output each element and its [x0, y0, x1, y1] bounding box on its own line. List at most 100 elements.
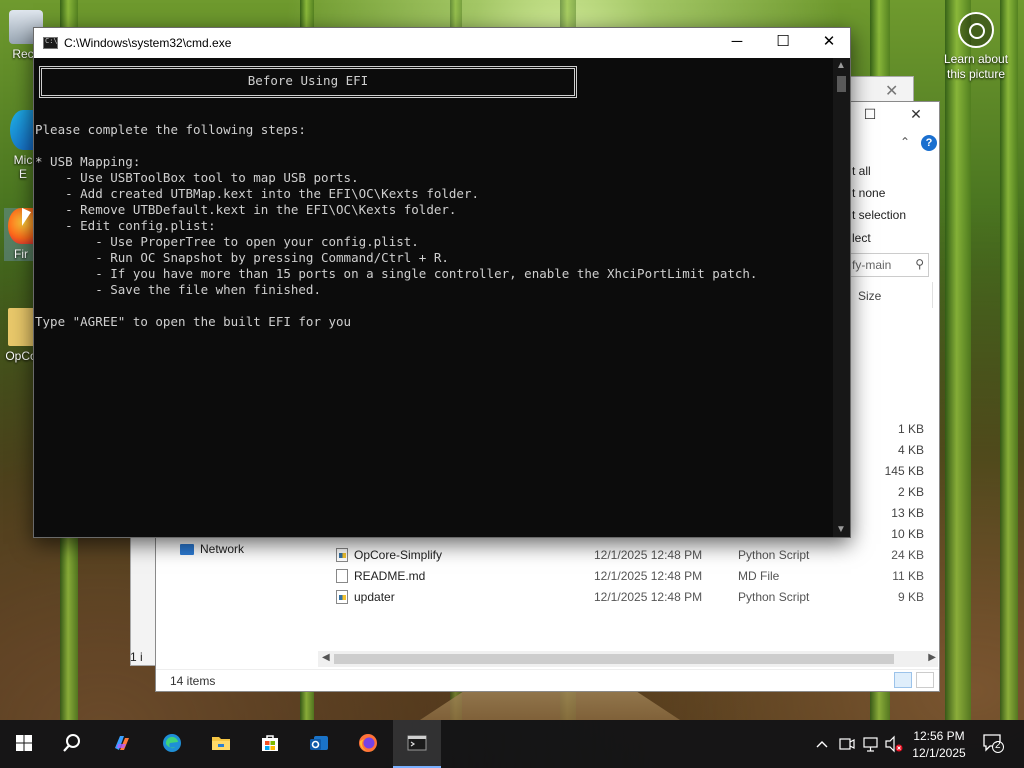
scroll-up-icon[interactable]: ▲ — [836, 60, 846, 71]
maximize-button[interactable]: ☐ — [760, 28, 806, 58]
select-none-button[interactable]: t none — [852, 186, 885, 200]
file-row[interactable]: README.md 12/1/2025 12:48 PM MD File 11 … — [336, 566, 936, 587]
large-icons-view-icon[interactable] — [916, 672, 934, 688]
folder-icon — [212, 737, 230, 750]
file-name: updater — [354, 590, 395, 604]
desktop-icon-label: OpCo — [5, 349, 37, 363]
desktop-icon-label: Fir — [14, 247, 28, 261]
tray-meet-now[interactable] — [838, 720, 856, 768]
file-row[interactable]: OpCore-Simplify 12/1/2025 12:48 PM Pytho… — [336, 545, 936, 566]
minimize-button[interactable]: ─ — [714, 28, 760, 58]
file-name: README.md — [354, 569, 426, 583]
file-type: Python Script — [738, 590, 810, 604]
column-divider[interactable] — [932, 282, 933, 308]
volume-muted-icon — [885, 735, 903, 753]
close-icon[interactable]: ✕ — [885, 81, 898, 101]
nav-item-network[interactable]: Network — [180, 542, 244, 556]
console-line: - If you have more than 15 ports on a si… — [35, 266, 758, 281]
document-icon — [336, 569, 348, 583]
close-button[interactable]: ✕ — [806, 28, 852, 58]
cmd-taskbar-button[interactable] — [393, 720, 441, 768]
file-date: 12/1/2025 12:48 PM — [594, 548, 703, 562]
network-icon — [863, 737, 878, 752]
show-hidden-icons[interactable] — [812, 720, 832, 768]
chevron-up-icon[interactable]: ⌃ — [900, 135, 910, 149]
firefox-button[interactable] — [344, 720, 392, 768]
search-placeholder: fy-main — [852, 258, 892, 272]
scrollbar-thumb[interactable] — [334, 654, 894, 664]
file-date: 12/1/2025 12:48 PM — [594, 590, 703, 604]
scroll-down-icon[interactable]: ▼ — [836, 524, 846, 535]
scrollbar-thumb[interactable] — [837, 76, 846, 92]
edge-button[interactable] — [148, 720, 196, 768]
webcam-icon — [839, 738, 855, 750]
mouse-pointer-icon — [22, 207, 31, 231]
help-icon[interactable]: ? — [921, 135, 937, 151]
file-type: MD File — [738, 569, 780, 583]
console-line: - Add created UTBMap.kext into the EFI\O… — [35, 186, 480, 201]
file-type: Python Script — [738, 548, 810, 562]
scroll-right-icon[interactable]: ▶ — [928, 652, 936, 663]
title-bar[interactable]: C:\Windows\system32\cmd.exe ─ ☐ ✕ — [34, 28, 850, 58]
taskbar: 12:56 PM 12/1/2025 2 — [0, 720, 1024, 768]
outlook-button[interactable] — [295, 720, 343, 768]
search-input[interactable]: fy-main ⚲ — [849, 253, 929, 277]
maximize-icon[interactable]: ☐ — [860, 106, 880, 126]
learn-about-label: Learn about this picture — [943, 52, 1009, 81]
camera-lens-icon — [958, 12, 994, 48]
python-file-icon — [336, 590, 348, 604]
network-icon — [180, 544, 194, 556]
search-icon: ⚲ — [915, 257, 924, 271]
tray-network[interactable] — [862, 720, 880, 768]
scroll-left-icon[interactable]: ◀ — [322, 652, 330, 663]
console-prompt: Type "AGREE" to open the built EFI for y… — [35, 314, 352, 329]
file-row[interactable]: updater 12/1/2025 12:48 PM Python Script… — [336, 587, 936, 608]
tray-volume[interactable] — [884, 720, 904, 768]
horizontal-scrollbar[interactable]: ◀ ▶ — [318, 651, 938, 667]
notification-count: 2 — [995, 740, 1001, 751]
size-cell: 2 KB — [897, 485, 924, 499]
item-count: 14 items — [170, 674, 216, 688]
outlook-icon — [310, 736, 328, 750]
console-line: - Edit config.plist: — [35, 218, 216, 233]
banner: Before Using EFI — [39, 66, 577, 98]
folder-icon — [8, 308, 34, 346]
status-bar: 14 items — [156, 669, 939, 691]
clock[interactable]: 12:56 PM 12/1/2025 — [908, 728, 970, 762]
console-line: * USB Mapping: — [35, 154, 141, 169]
start-button[interactable] — [0, 720, 48, 768]
copilot-button[interactable] — [98, 720, 146, 768]
vertical-scrollbar[interactable]: ▲ ▼ — [833, 58, 850, 537]
store-icon — [262, 735, 278, 751]
search-button[interactable] — [48, 720, 96, 768]
size-cell: 145 KB — [884, 464, 924, 478]
notification-center-button[interactable]: 2 — [982, 732, 1004, 754]
console-line: Please complete the following steps: — [35, 122, 306, 137]
clock-time: 12:56 PM — [913, 729, 965, 743]
learn-about-picture[interactable]: Learn about this picture — [938, 10, 1014, 82]
details-view-icon[interactable] — [894, 672, 912, 688]
python-file-icon — [336, 548, 348, 562]
cmd-window[interactable]: C:\Windows\system32\cmd.exe ─ ☐ ✕ Before… — [33, 27, 851, 538]
select-button[interactable]: lect — [852, 231, 871, 245]
firefox-icon — [359, 734, 377, 752]
console-line: - Remove UTBDefault.kext in the EFI\OC\K… — [35, 202, 457, 217]
back-status-text: 1 i — [130, 650, 143, 664]
column-header-size[interactable]: Size — [858, 289, 881, 303]
invert-selection-button[interactable]: t selection — [852, 208, 906, 222]
nav-item-label: Network — [200, 542, 245, 556]
file-date: 12/1/2025 12:48 PM — [594, 569, 703, 583]
console-output[interactable]: Before Using EFI Please complete the fol… — [34, 58, 833, 537]
console-line: - Run OC Snapshot by pressing Command/Ct… — [35, 250, 449, 265]
close-icon[interactable]: ✕ — [906, 106, 926, 126]
cmd-icon — [407, 735, 427, 751]
file-explorer-button[interactable] — [197, 720, 245, 768]
console-line: - Use ProperTree to open your config.pli… — [35, 234, 419, 249]
size-cell: 4 KB — [897, 443, 924, 457]
store-button[interactable] — [246, 720, 294, 768]
edge-icon — [163, 734, 181, 752]
chevron-up-icon — [816, 741, 828, 748]
copilot-icon — [115, 736, 129, 750]
select-all-button[interactable]: t all — [852, 164, 871, 178]
size-cell: 13 KB — [891, 506, 924, 520]
